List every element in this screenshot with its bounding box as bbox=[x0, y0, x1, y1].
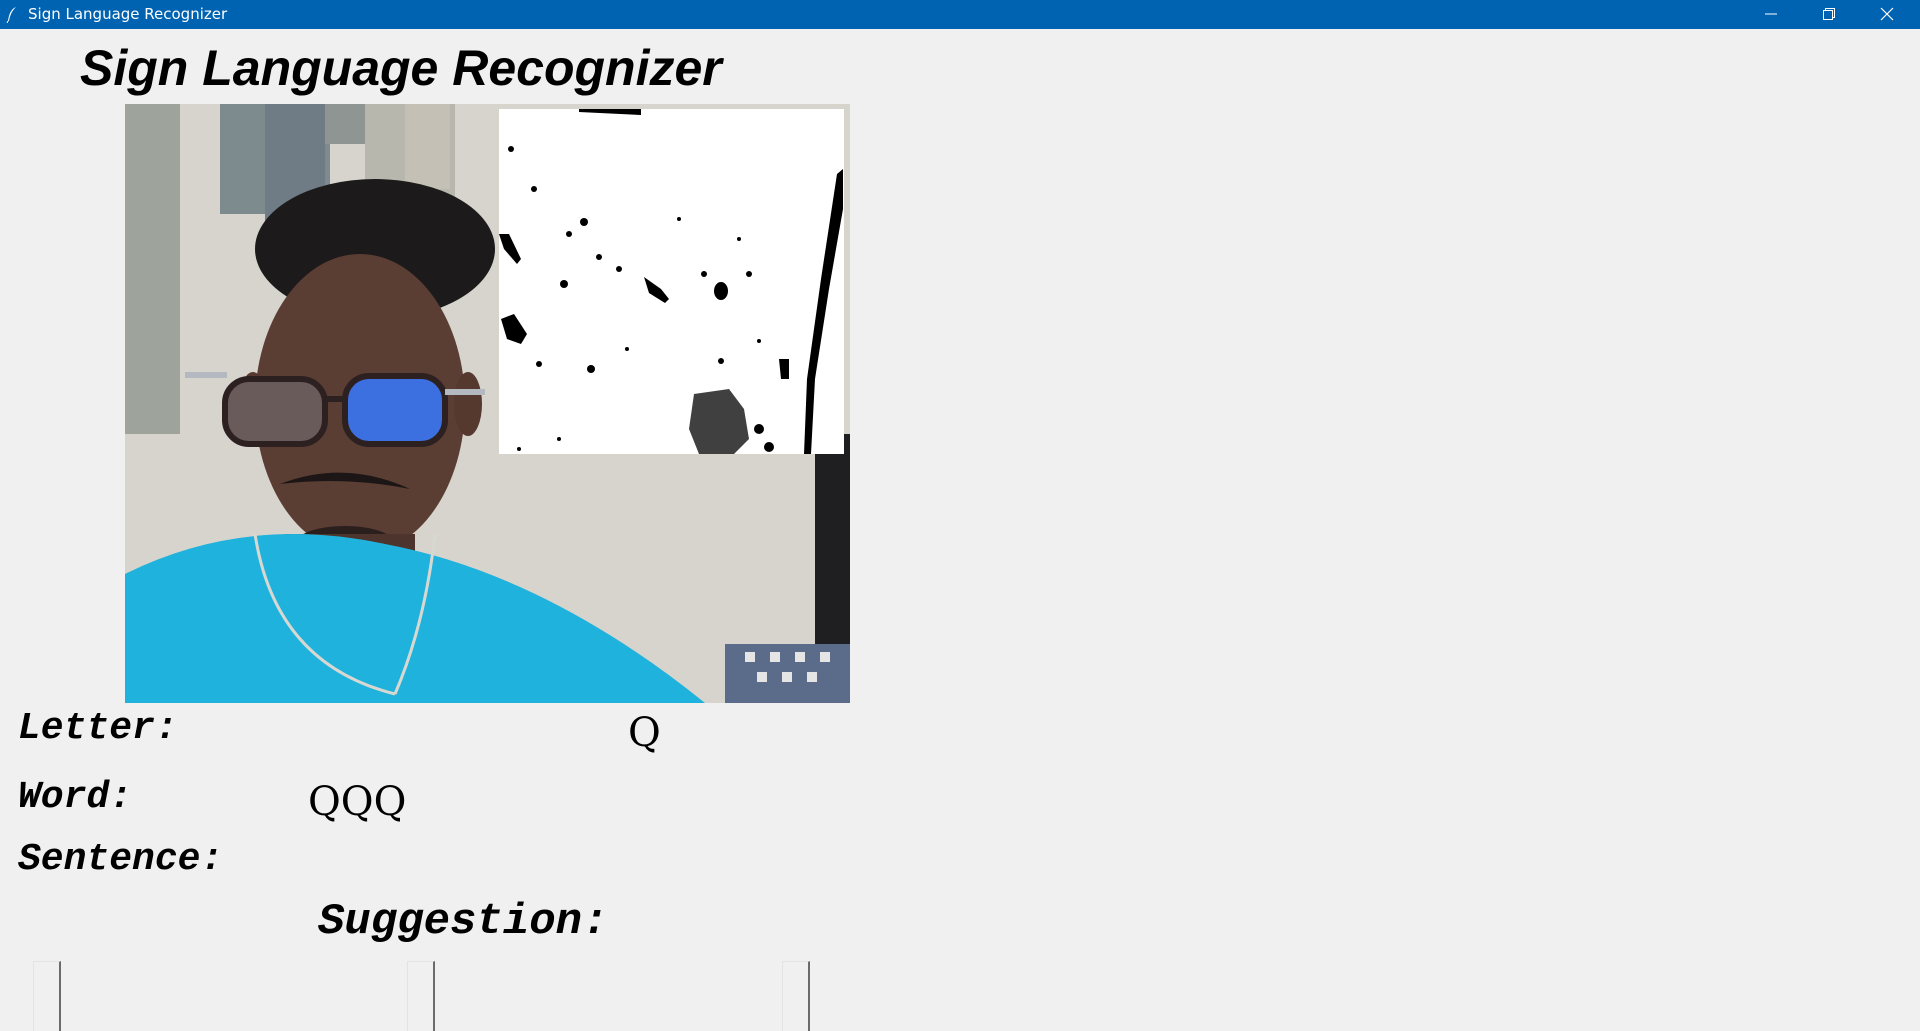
suggestion-button-1[interactable] bbox=[33, 961, 61, 1031]
suggestion-label: Suggestion: bbox=[318, 897, 609, 947]
letter-value: Q bbox=[628, 710, 661, 756]
sentence-label: Sentence: bbox=[18, 838, 224, 881]
word-value: QQQ bbox=[308, 779, 407, 825]
restore-icon bbox=[1823, 8, 1835, 20]
feather-icon bbox=[6, 6, 18, 24]
binary-mask-image bbox=[499, 109, 844, 454]
suggestion-button-2[interactable] bbox=[407, 961, 435, 1031]
close-button[interactable] bbox=[1858, 0, 1916, 29]
title-bar: Sign Language Recognizer bbox=[0, 0, 1920, 29]
restore-button[interactable] bbox=[1800, 0, 1858, 29]
app-heading: Sign Language Recognizer bbox=[80, 40, 722, 96]
window-title: Sign Language Recognizer bbox=[28, 5, 228, 23]
word-label: Word: bbox=[18, 776, 133, 819]
letter-label: Letter: bbox=[18, 707, 178, 750]
minimize-button[interactable] bbox=[1742, 0, 1800, 29]
minimize-icon bbox=[1765, 13, 1777, 15]
close-icon bbox=[1880, 7, 1894, 21]
suggestion-button-3[interactable] bbox=[782, 961, 810, 1031]
threshold-roi-image bbox=[499, 109, 844, 454]
